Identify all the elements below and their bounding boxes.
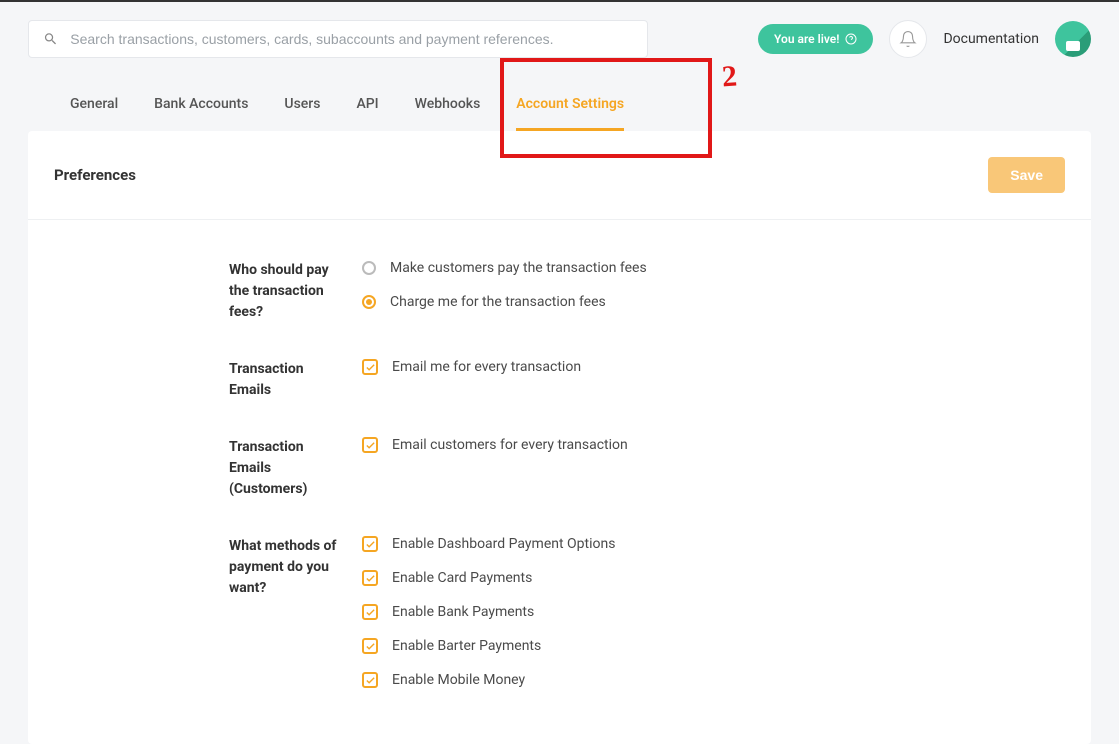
check-icon <box>365 362 376 373</box>
check-icon <box>365 440 376 451</box>
save-button[interactable]: Save <box>988 157 1065 193</box>
tab-api[interactable]: API <box>356 86 378 131</box>
panel-title: Preferences <box>54 166 136 184</box>
checkbox-bank-payments[interactable] <box>362 604 378 620</box>
annotation-marker: 2 <box>721 60 738 95</box>
checkbox-barter-payments[interactable] <box>362 638 378 654</box>
check-icon <box>365 641 376 652</box>
search-box[interactable] <box>28 20 648 58</box>
checkbox-tx-email-customers[interactable] <box>362 437 378 453</box>
radio-customer-pays-label: Make customers pay the transaction fees <box>390 260 647 276</box>
top-header: You are live! Documentation <box>0 2 1119 76</box>
tx-emails-customers-label: Transaction Emails (Customers) <box>54 437 344 500</box>
check-icon <box>365 539 376 550</box>
tx-emails-label: Transaction Emails <box>54 359 344 401</box>
bell-icon <box>899 30 917 48</box>
tab-webhooks[interactable]: Webhooks <box>415 86 481 131</box>
checkbox-tx-email-me[interactable] <box>362 359 378 375</box>
check-icon <box>365 675 376 686</box>
search-input[interactable] <box>70 31 633 47</box>
tab-account-settings[interactable]: Account Settings <box>516 86 624 131</box>
checkbox-barter-payments-label: Enable Barter Payments <box>392 638 541 654</box>
tab-users[interactable]: Users <box>284 86 320 131</box>
checkbox-card-payments[interactable] <box>362 570 378 586</box>
radio-customer-pays[interactable] <box>362 261 376 275</box>
tab-general[interactable]: General <box>70 86 118 131</box>
checkbox-tx-email-customers-label: Email customers for every transaction <box>392 437 628 453</box>
live-status-badge[interactable]: You are live! <box>758 24 873 54</box>
payment-methods-label: What methods of payment do you want? <box>54 536 344 688</box>
checkbox-tx-email-me-label: Email me for every transaction <box>392 359 581 375</box>
documentation-link[interactable]: Documentation <box>943 31 1039 47</box>
live-status-label: You are live! <box>774 32 839 46</box>
checkbox-mobile-money-label: Enable Mobile Money <box>392 672 525 688</box>
search-icon <box>43 31 58 47</box>
notifications-button[interactable] <box>889 20 927 58</box>
checkbox-bank-payments-label: Enable Bank Payments <box>392 604 534 620</box>
panel-header: Preferences Save <box>28 131 1091 220</box>
tab-bank-accounts[interactable]: Bank Accounts <box>154 86 248 131</box>
checkbox-dashboard-payments[interactable] <box>362 536 378 552</box>
help-icon <box>845 33 857 45</box>
preferences-panel: Preferences Save Who should pay the tran… <box>28 131 1091 744</box>
fees-label: Who should pay the transaction fees? <box>54 260 344 323</box>
radio-charge-me-label: Charge me for the transaction fees <box>390 294 606 310</box>
check-icon <box>365 573 376 584</box>
check-icon <box>365 607 376 618</box>
radio-charge-me[interactable] <box>362 295 376 309</box>
checkbox-card-payments-label: Enable Card Payments <box>392 570 532 586</box>
avatar[interactable] <box>1055 21 1091 57</box>
checkbox-dashboard-payments-label: Enable Dashboard Payment Options <box>392 536 615 552</box>
tabs-nav: General Bank Accounts Users API Webhooks… <box>0 86 1119 131</box>
checkbox-mobile-money[interactable] <box>362 672 378 688</box>
